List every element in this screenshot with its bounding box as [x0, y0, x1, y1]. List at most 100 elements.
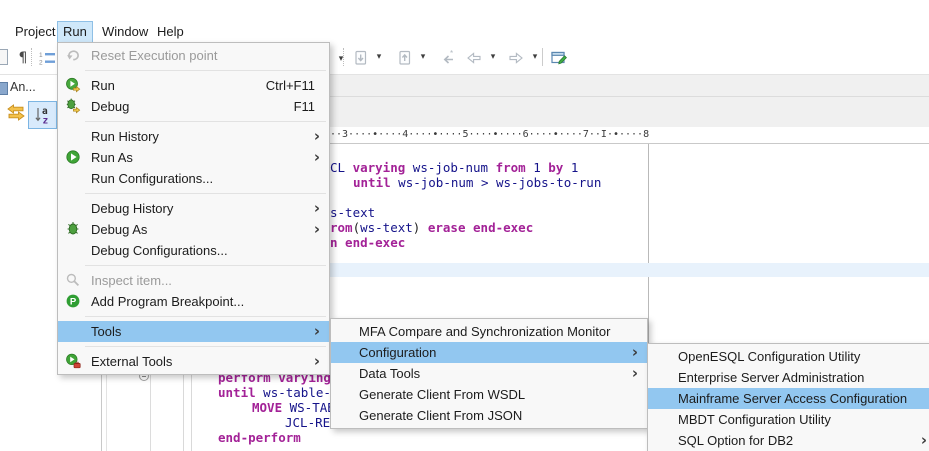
menu-item-shortcut: F11	[293, 99, 315, 114]
menu-item-label: Enterprise Server Administration	[678, 370, 865, 385]
code-line: MOVE WS-TAB	[252, 400, 335, 415]
svg-text:2: 2	[39, 60, 43, 67]
dropdown-arrow-icon[interactable]: ▾	[418, 51, 428, 62]
dropdown-arrow-icon[interactable]: ▾	[331, 49, 351, 67]
menu-item-debug-as[interactable]: Debug As ›	[58, 219, 329, 240]
menu-item-label: External Tools	[91, 354, 173, 369]
view-tab-icon	[0, 82, 8, 95]
menu-item-label: OpenESQL Configuration Utility	[678, 349, 861, 364]
menu-separator	[85, 70, 326, 71]
menu-item-debug-configurations[interactable]: Debug Configurations...	[58, 240, 329, 261]
code-line: until ws-job-num > ws-jobs-to-run	[353, 175, 602, 190]
debug-icon	[64, 98, 82, 114]
submenu-arrow-icon: ›	[313, 321, 320, 340]
dropdown-arrow-icon[interactable]: ▾	[530, 51, 540, 62]
code-line: until ws-table-	[218, 385, 331, 400]
add-program-breakpoint-icon: P	[64, 293, 82, 309]
forward-icon[interactable]	[506, 49, 526, 67]
menu-item-label: Reset Execution point	[91, 48, 218, 63]
menubar-item-help[interactable]: Help	[152, 21, 189, 42]
menu-item-label: Run History	[91, 129, 159, 144]
submenu-arrow-icon: ›	[313, 126, 320, 145]
menu-item-label: Debug As	[91, 222, 148, 237]
menu-item-external-tools[interactable]: External Tools ›	[58, 351, 329, 372]
menu-separator	[85, 346, 326, 347]
menu-item-label: Data Tools	[359, 366, 421, 381]
menu-item-add-program-breakpoint[interactable]: P Add Program Breakpoint...	[58, 291, 329, 312]
submenu-arrow-icon: ›	[313, 147, 320, 166]
ide-window: ··3····•····4····•····5····•····6····•··…	[0, 0, 929, 451]
code-line: s-text	[330, 205, 376, 220]
code-line: JCL-RE	[285, 415, 331, 430]
submenu-arrow-icon: ›	[313, 219, 320, 238]
numbered-list-icon[interactable]: 12	[37, 49, 57, 67]
menu-item-run[interactable]: Run Ctrl+F11	[58, 75, 329, 96]
last-edit-location-icon[interactable]: *	[438, 49, 458, 67]
svg-text:1: 1	[39, 52, 43, 59]
menubar-item-run[interactable]: Run	[57, 21, 93, 44]
svg-text:P: P	[70, 296, 77, 307]
submenu-arrow-icon: ›	[313, 351, 320, 370]
tools-submenu: MFA Compare and Synchronization Monitor C…	[330, 318, 648, 429]
menu-separator	[85, 316, 326, 317]
menu-item-label: Run	[91, 78, 115, 93]
menu-item-label: Debug Configurations...	[91, 243, 228, 258]
sort-az-button[interactable]: az	[28, 101, 57, 129]
menu-item-label: Debug	[91, 99, 130, 114]
menu-item-tools[interactable]: Tools ›	[58, 321, 329, 342]
menu-item-label: Run As	[91, 150, 133, 165]
menu-item-mfa-compare-and-synchronization-monitor[interactable]: MFA Compare and Synchronization Monitor	[331, 321, 647, 342]
menu-item-mainframe-server-access-configuration[interactable]: Mainframe Server Access Configuration	[648, 388, 929, 409]
svg-text:z: z	[42, 116, 48, 127]
dropdown-arrow-icon[interactable]: ▾	[374, 51, 384, 62]
dropdown-arrow-icon[interactable]: ▾	[488, 51, 498, 62]
external-tools-icon	[64, 353, 82, 369]
menu-item-configuration[interactable]: Configuration ›	[331, 342, 647, 363]
code-line: end-perform	[218, 430, 301, 445]
menu-separator	[85, 265, 326, 266]
menu-item-label: Inspect item...	[91, 273, 172, 288]
menu-item-run-configurations[interactable]: Run Configurations...	[58, 168, 329, 189]
upload-icon[interactable]	[394, 49, 414, 67]
menu-item-generate-client-from-json[interactable]: Generate Client From JSON	[331, 405, 647, 426]
code-line: n end-exec	[330, 235, 406, 250]
submenu-arrow-icon: ›	[631, 363, 638, 382]
menu-item-data-tools[interactable]: Data Tools ›	[331, 363, 647, 384]
submenu-arrow-icon: ›	[920, 430, 927, 449]
reset-execution-point-icon	[64, 47, 82, 63]
menu-item-mbdt-configuration-utility[interactable]: MBDT Configuration Utility	[648, 409, 929, 430]
menu-item-label: Mainframe Server Access Configuration	[678, 391, 908, 406]
menu-item-reset-execution-point[interactable]: Reset Execution point	[58, 45, 329, 66]
collapsed-view-tab[interactable]: An...	[10, 80, 36, 94]
menu-item-sql-option-for-db2[interactable]: SQL Option for DB2 ›	[648, 430, 929, 451]
menu-item-inspect-item[interactable]: Inspect item...	[58, 270, 329, 291]
menu-item-label: Generate Client From JSON	[359, 408, 523, 423]
menu-item-openesql-configuration-utility[interactable]: OpenESQL Configuration Utility	[648, 346, 929, 367]
code-line: rom(ws-text) erase end-exec	[330, 220, 534, 235]
column-ruler: ··3····•····4····•····5····•····6····•··…	[330, 129, 650, 140]
run-menu: Reset Execution point Run Ctrl+F11 Debug F11…	[57, 42, 330, 375]
submenu-arrow-icon: ›	[631, 342, 638, 361]
download-icon[interactable]	[350, 49, 370, 67]
pilcrow-icon[interactable]: ¶	[13, 49, 33, 67]
window-pencil-icon[interactable]	[549, 49, 569, 67]
configuration-submenu: OpenESQL Configuration Utility Enterprise…	[647, 343, 929, 451]
toolbar-separator	[542, 48, 543, 66]
menu-item-label: SQL Option for DB2	[678, 433, 794, 448]
menu-item-label: MBDT Configuration Utility	[678, 412, 831, 427]
menu-item-label: Add Program Breakpoint...	[91, 294, 245, 309]
menu-item-enterprise-server-administration[interactable]: Enterprise Server Administration	[648, 367, 929, 388]
run-icon	[64, 77, 82, 93]
menu-item-debug[interactable]: Debug F11	[58, 96, 329, 117]
swap-arrows-button[interactable]	[5, 104, 27, 122]
menu-item-generate-client-from-wsdl[interactable]: Generate Client From WSDL	[331, 384, 647, 405]
menubar-item-project[interactable]: Project	[10, 21, 60, 42]
menu-item-run-as[interactable]: Run As ›	[58, 147, 329, 168]
menu-separator	[85, 193, 326, 194]
menu-item-debug-history[interactable]: Debug History ›	[58, 198, 329, 219]
back-icon[interactable]	[464, 49, 484, 67]
menu-item-run-history[interactable]: Run History ›	[58, 126, 329, 147]
menu-item-label: Configuration	[359, 345, 437, 360]
menubar-item-window[interactable]: Window	[97, 21, 153, 42]
debug-as-icon	[64, 221, 82, 237]
